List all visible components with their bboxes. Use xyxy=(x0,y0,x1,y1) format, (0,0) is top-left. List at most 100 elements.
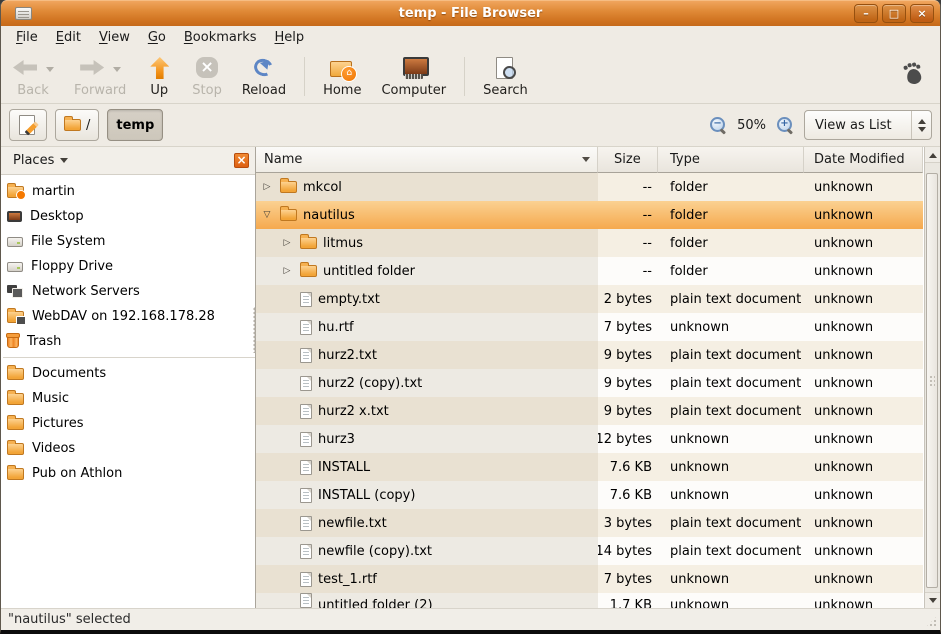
edit-location-button[interactable] xyxy=(9,109,47,141)
file-row[interactable]: INSTALL 7.6 KB unknown unknown xyxy=(256,453,923,481)
file-row[interactable]: test_1.rtf 7 bytes unknown unknown xyxy=(256,565,923,593)
toolbar-button-label: Search xyxy=(483,83,528,98)
place-icon xyxy=(7,393,24,405)
zoom-out-button[interactable] xyxy=(709,116,727,134)
close-button[interactable]: × xyxy=(910,4,934,23)
column-header-date-modified[interactable]: Date Modified xyxy=(804,147,923,173)
file-size: 7.6 KB xyxy=(598,481,658,509)
column-header-size[interactable]: Size xyxy=(598,147,658,173)
file-type: plain text document xyxy=(658,285,804,313)
toolbar-button[interactable]: Stop xyxy=(185,51,229,102)
file-row[interactable]: litmus -- folder unknown xyxy=(256,229,923,257)
window-controls: – □ × xyxy=(854,4,934,23)
file-date-modified: unknown xyxy=(804,593,923,608)
toolbar-button-label: Reload xyxy=(242,83,286,98)
sidebar-item[interactable]: Trash xyxy=(1,329,255,354)
file-row[interactable]: untitled folder (2) 1.7 KB unknown unkno… xyxy=(256,593,923,608)
sidebar-item[interactable]: Videos xyxy=(1,436,255,461)
sidebar-item[interactable]: Music xyxy=(1,386,255,411)
file-row[interactable]: hurz2 x.txt 9 bytes plain text document … xyxy=(256,397,923,425)
view-controls: 50% View as List xyxy=(709,110,932,140)
toolbar-button[interactable]: Forward xyxy=(67,51,133,102)
dropdown-arrow-icon[interactable] xyxy=(113,67,121,76)
separator xyxy=(3,357,255,358)
menu-item[interactable]: File xyxy=(7,28,47,47)
expander-icon[interactable] xyxy=(280,229,294,257)
dropdown-arrow-icon[interactable] xyxy=(46,67,54,76)
file-name: hurz2 (copy).txt xyxy=(318,376,422,391)
file-row[interactable]: nautilus -- folder unknown xyxy=(256,201,923,229)
scroll-down-button[interactable] xyxy=(925,592,940,608)
file-row[interactable]: newfile (copy).txt 14 bytes plain text d… xyxy=(256,537,923,565)
titlebar[interactable]: temp - File Browser – □ × xyxy=(1,0,940,26)
file-date-modified: unknown xyxy=(804,425,923,453)
column-header-name[interactable]: Name xyxy=(256,147,598,173)
sidebar-close-button[interactable] xyxy=(234,153,249,168)
toolbar-button[interactable]: Computer xyxy=(374,51,453,102)
sidebar-item[interactable]: Desktop xyxy=(1,204,255,229)
sidebar-item[interactable]: martin xyxy=(1,179,255,204)
sidebar-mode-select[interactable]: Places xyxy=(7,151,74,170)
current-path-label: temp xyxy=(116,118,154,133)
file-name: INSTALL xyxy=(318,460,370,475)
root-path-button[interactable]: / xyxy=(55,109,99,141)
menu-item[interactable]: Go xyxy=(139,28,175,47)
column-header-type[interactable]: Type xyxy=(658,147,804,173)
file-row[interactable]: hu.rtf 7 bytes unknown unknown xyxy=(256,313,923,341)
place-label: Pub on Athlon xyxy=(32,466,122,481)
file-row[interactable]: hurz3 12 bytes unknown unknown xyxy=(256,425,923,453)
toolbar-button-label: Forward xyxy=(74,83,126,98)
menu-item[interactable]: View xyxy=(90,28,139,47)
file-row[interactable]: untitled folder -- folder unknown xyxy=(256,257,923,285)
file-row[interactable]: mkcol -- folder unknown xyxy=(256,173,923,201)
file-date-modified: unknown xyxy=(804,229,923,257)
toolbar-button-icon xyxy=(492,56,518,80)
column-header-name-label: Name xyxy=(264,152,302,167)
expander-icon[interactable] xyxy=(280,257,294,285)
toolbar-buttons: Back Forward Up xyxy=(5,51,535,102)
place-label: Floppy Drive xyxy=(31,259,113,274)
chevron-down-icon xyxy=(60,158,68,167)
toolbar-button[interactable]: Back xyxy=(5,51,61,102)
resize-grip[interactable] xyxy=(925,615,938,628)
expander-icon[interactable] xyxy=(260,173,274,201)
sidebar-item[interactable]: Floppy Drive xyxy=(1,254,255,279)
menu-item-label: Edit xyxy=(56,30,81,45)
sidebar-header-label: Places xyxy=(13,153,54,168)
toolbar-button[interactable]: Reload xyxy=(235,51,293,102)
file-row[interactable]: hurz2.txt 9 bytes plain text document un… xyxy=(256,341,923,369)
file-type-icon xyxy=(300,404,312,419)
toolbar-button[interactable]: Search xyxy=(476,51,535,102)
sidebar-item[interactable]: File System xyxy=(1,229,255,254)
scrollbar-thumb[interactable] xyxy=(926,173,938,588)
toolbar-button[interactable]: Up xyxy=(139,51,179,102)
sidebar-item[interactable]: WebDAV on 192.168.178.28 xyxy=(1,304,255,329)
minimize-button[interactable]: – xyxy=(854,4,878,23)
menu-item[interactable]: Bookmarks xyxy=(175,28,266,47)
menu-item[interactable]: Edit xyxy=(47,28,90,47)
zoom-in-button[interactable] xyxy=(776,116,794,134)
file-row[interactable]: empty.txt 2 bytes plain text document un… xyxy=(256,285,923,313)
view-mode-select[interactable]: View as List xyxy=(804,110,932,140)
statusbar: "nautilus" selected xyxy=(1,608,940,630)
place-label: Music xyxy=(32,391,69,406)
toolbar-button[interactable]: Home xyxy=(316,51,368,102)
file-row[interactable]: INSTALL (copy) 7.6 KB unknown unknown xyxy=(256,481,923,509)
current-path-button[interactable]: temp xyxy=(107,109,163,141)
expander-icon[interactable] xyxy=(260,201,274,229)
sidebar-item[interactable]: Pub on Athlon xyxy=(1,461,255,486)
maximize-button[interactable]: □ xyxy=(882,4,906,23)
place-icon xyxy=(7,211,22,222)
sidebar-item[interactable]: Documents xyxy=(1,361,255,386)
scroll-up-button[interactable] xyxy=(925,147,940,163)
place-icon xyxy=(7,285,24,298)
file-date-modified: unknown xyxy=(804,453,923,481)
menu-item[interactable]: Help xyxy=(266,28,314,47)
file-row[interactable]: newfile.txt 3 bytes plain text document … xyxy=(256,509,923,537)
sidebar-item[interactable]: Network Servers xyxy=(1,279,255,304)
file-size: 7 bytes xyxy=(598,565,658,593)
vertical-scrollbar[interactable] xyxy=(924,147,940,608)
separator xyxy=(464,57,465,96)
sidebar-item[interactable]: Pictures xyxy=(1,411,255,436)
file-row[interactable]: hurz2 (copy).txt 9 bytes plain text docu… xyxy=(256,369,923,397)
